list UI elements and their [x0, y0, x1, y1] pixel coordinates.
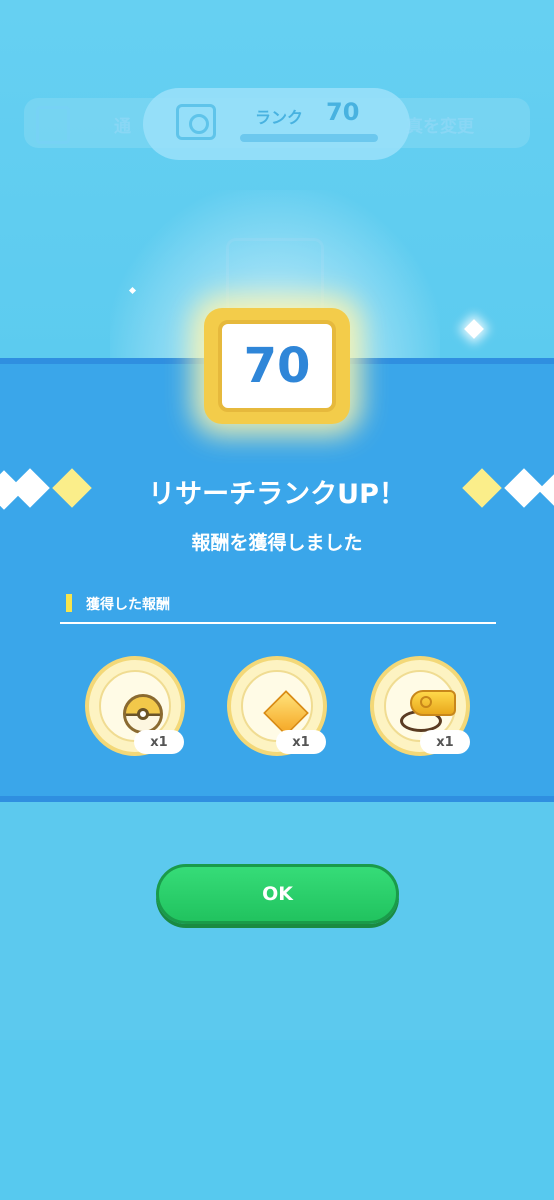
- rewards-section-label: 獲得した報酬: [86, 597, 170, 613]
- background-menu-left-text: 通: [114, 117, 131, 137]
- rank-label: ランク: [255, 108, 304, 127]
- background-menu-right-text: 真を変更: [406, 117, 474, 137]
- camera-icon: [176, 104, 216, 140]
- section-marker: [66, 594, 72, 612]
- rank-up-subtitle: 報酬を獲得しました: [191, 532, 363, 554]
- ultra-ball-icon: [123, 694, 163, 734]
- rank-up-title: リサーチランクUP！: [148, 479, 406, 510]
- section-divider: [60, 622, 496, 624]
- rank-progress-bar: [240, 134, 378, 142]
- rank-badge: 70: [204, 308, 350, 424]
- reward-quantity: x1: [420, 730, 470, 754]
- reward-quantity: x1: [134, 730, 184, 754]
- notebook-icon: [36, 106, 70, 144]
- rank-badge-face: 70: [218, 320, 336, 412]
- whistle-icon: [410, 690, 456, 716]
- rank-value: 70: [326, 98, 360, 126]
- ok-button[interactable]: OK: [156, 864, 399, 924]
- reward-quantity: x1: [276, 730, 326, 754]
- bottom-area: [0, 1040, 554, 1200]
- gem-icon: [263, 690, 309, 736]
- rank-badge-number: 70: [243, 338, 311, 394]
